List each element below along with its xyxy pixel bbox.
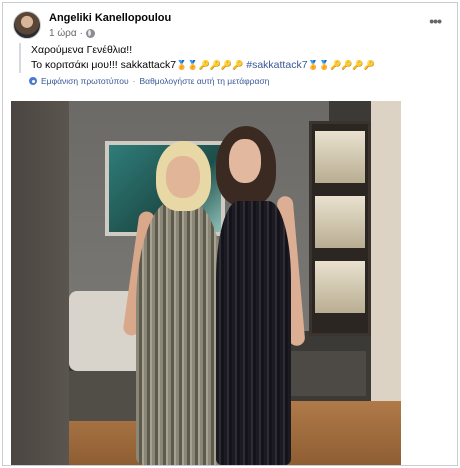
translation-bar: Εμφάνιση πρωτοτύπου · Βαθμολογήστε αυτή … [29,76,269,86]
post-time[interactable]: 1 ώρα [49,28,77,39]
post-line-2-text: Το κοριτσάκι μου!!! sakkattack7 [31,59,177,71]
medal-racket-emojis-a: 🏅🏅🔑🔑🔑🔑 [176,60,244,70]
photo-shelf [315,196,365,248]
photo-wall-left [11,101,69,465]
rate-translation-link[interactable]: Βαθμολογήστε αυτή τη μετάφραση [140,76,270,86]
photo-woman-brunette-dress [216,201,291,465]
gear-icon [29,77,37,85]
post-line-2: Το κοριτσάκι μου!!! sakkattack7🏅🏅🔑🔑🔑🔑 #s… [31,58,439,73]
more-options-icon[interactable]: ••• [429,13,442,29]
meta-separator: · [79,28,83,39]
photo-woman-brunette-face [229,139,261,183]
post-header: Angeliki Kanellopoulou 1 ώρα · ••• [13,9,447,43]
post-line-1: Χαρούμενα Γενέθλια!! [31,44,133,56]
photo-woman-blonde-dress [136,201,226,465]
author-avatar[interactable] [13,11,41,39]
photo-shelf [315,131,365,183]
hashtag-link[interactable]: #sakkattack7 [246,59,307,71]
globe-icon[interactable] [85,29,95,38]
post-meta: 1 ώρα · [49,28,95,39]
translation-separator: · [132,76,136,86]
post-text: Χαρούμενα Γενέθλια!! Το κοριτσάκι μου!!!… [19,43,439,73]
medal-racket-emojis-b: 🏅🏅🔑🔑🔑🔑 [307,60,375,70]
post-card: Angeliki Kanellopoulou 1 ώρα · ••• Χαρού… [2,2,458,466]
author-name[interactable]: Angeliki Kanellopoulou [49,12,171,24]
post-photo[interactable] [11,101,401,465]
photo-shelf [315,261,365,313]
photo-woman-blonde-face [166,156,200,198]
photo-side-table [281,351,366,396]
show-original-link[interactable]: Εμφάνιση πρωτοτύπου [41,76,129,86]
